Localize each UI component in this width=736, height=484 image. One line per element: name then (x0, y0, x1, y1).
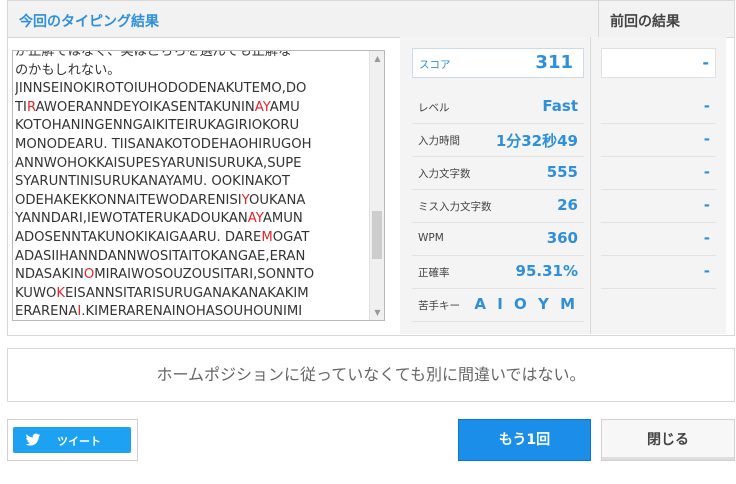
typing-quote: ホームポジションに従っていなくても別に間違いではない。 (7, 348, 735, 402)
typed-text-line: KOTOHANINGENNGAIKITEIRUKAGIRIOKORU (15, 118, 300, 134)
previous-score-box: - (601, 48, 716, 78)
previous-stat-row: - (601, 223, 716, 256)
typed-text-line: KUWOKEISANNSITARISURUGANAKANAKAKIM (15, 285, 309, 301)
mistake-char: I (77, 304, 82, 320)
stat-label: レベル (418, 102, 450, 114)
previous-stat-value: - (703, 163, 710, 181)
scroll-down-arrow-icon[interactable]: ▼ (370, 305, 384, 320)
stat-row: ミス入力文字数 26 (412, 190, 584, 223)
stat-label: 入力時間 (418, 135, 460, 147)
previous-stat-row: - (601, 91, 716, 124)
typed-text-line: が正解ではなく、実はこちらを選んでも正解な (15, 50, 292, 59)
previous-stat-value: - (703, 229, 710, 247)
typed-text-line: ADASIIHANNDANNWOSITAITOKANGAE,ERAN (15, 248, 306, 264)
stat-row: 苦手キー A I O Y M (412, 289, 584, 322)
stat-label: 正確率 (418, 267, 450, 279)
previous-stat-value: - (703, 262, 710, 280)
mistake-char: O (83, 267, 95, 283)
mistake-char: AY (254, 99, 270, 115)
stat-row: 入力時間 1分32秒49 (412, 124, 584, 157)
tweet-button-label: ツイート (57, 435, 101, 448)
previous-stat-row: - (601, 124, 716, 157)
mistake-char: K (56, 285, 66, 301)
typed-text-line: ANNWOHOKKAISUPESYARUNISURUKA,SUPE (15, 155, 302, 171)
previous-stat-value: - (703, 130, 710, 148)
previous-stat-row: - (601, 190, 716, 223)
typed-text-line: のかもしれない。 (15, 62, 121, 78)
stat-row: 正確率 95.31% (412, 256, 584, 289)
previous-score-value: - (702, 53, 709, 72)
scroll-up-arrow-icon[interactable]: ▲ (370, 51, 384, 66)
close-button[interactable]: 閉じる (601, 419, 735, 461)
stat-row: WPM 360 (412, 223, 584, 256)
twitter-bird-icon (25, 433, 41, 446)
typed-text-box[interactable]: が正解ではなく、実はこちらを選んでも正解なのかもしれない。 JINNSEINOKI… (12, 50, 385, 321)
text-scrollbar[interactable]: ▲ ▼ (369, 51, 384, 320)
score-label: スコア (419, 59, 451, 71)
typed-text-line: JINNSEINOKIROTOIUHODODENAKUTEMO,DO (15, 81, 307, 97)
stat-value: A I O Y M (474, 295, 578, 313)
tweet-button[interactable]: ツイート (13, 427, 131, 453)
typed-text-line: ODEHAKEKKONNAITEWODARENISIYOUKANA (15, 192, 306, 208)
stat-value: Fast (542, 97, 578, 115)
typed-text-line: MONODEARU. TIISANAKOTODEHAOHIRUGOH (15, 136, 312, 152)
previous-result-header: 前回の結果 (598, 1, 734, 38)
mistake-char: R (26, 99, 36, 115)
typed-text-line: ERARENAI.KIMERARENAINOHASOUHOUNIMI (15, 304, 303, 320)
scrollbar-thumb[interactable] (372, 211, 382, 259)
stat-row: 入力文字数 555 (412, 157, 584, 190)
stat-value: 26 (557, 196, 578, 214)
stat-value: 555 (546, 163, 578, 181)
previous-stat-value: - (703, 97, 710, 115)
typed-text-content: が正解ではなく、実はこちらを選んでも正解なのかもしれない。 JINNSEINOKI… (15, 50, 370, 320)
stat-value: 1分32秒49 (495, 132, 578, 150)
score-box: スコア 311 (412, 48, 584, 78)
stat-value: 95.31% (515, 262, 578, 280)
previous-stat-row: - (601, 256, 716, 289)
typed-text-line: YANNDARI,IEWOTATERUKADOUKANAYAMUN (15, 211, 303, 227)
score-value: 311 (535, 52, 573, 73)
stat-label: ミス入力文字数 (418, 201, 492, 213)
stat-value: 360 (546, 229, 578, 247)
stat-label: 入力文字数 (418, 168, 471, 180)
previous-stat-row: - (601, 157, 716, 190)
mistake-char: AY (247, 211, 263, 227)
retry-button[interactable]: もう1回 (458, 419, 591, 461)
stat-label: 苦手キー (418, 300, 460, 312)
stat-row: レベル Fast (412, 91, 584, 124)
tweet-container: ツイート (7, 419, 138, 461)
typed-text-line: ADOSENNTAKUNOKIKAIGAARU. DAREMOGAT (15, 229, 310, 245)
previous-stat-value: - (703, 196, 710, 214)
current-result-header: 今回のタイピング結果 (8, 1, 598, 38)
mistake-char: Y (241, 192, 249, 208)
typed-text-line: TIRAWOERANNDEYOIKASENTAKUNINAYAMU (15, 99, 300, 115)
stat-label: WPM (418, 232, 444, 244)
mistake-char: M (261, 229, 273, 245)
typed-text-line: NDASAKINOMIRAIWOSOUZOUSITARI,SONNTO (15, 267, 315, 283)
typed-text-line: SYARUNTINISURUKANAYAMU. OOKINAKOT (15, 174, 290, 190)
